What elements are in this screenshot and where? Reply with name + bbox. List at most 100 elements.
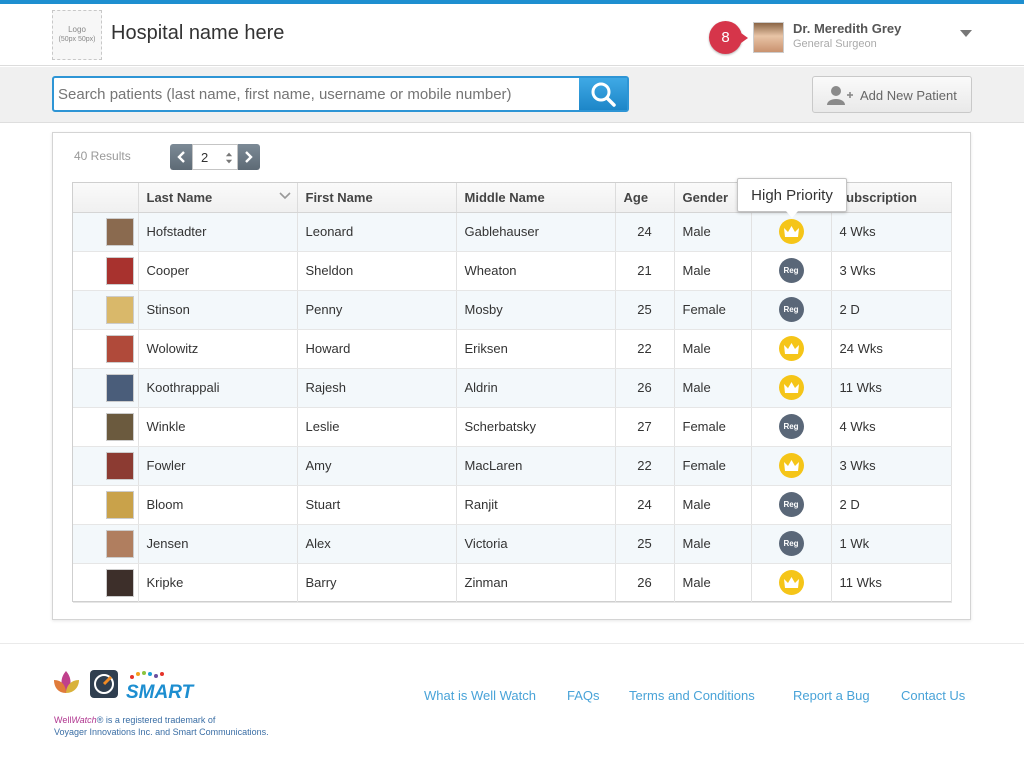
patient-avatar[interactable] [105, 295, 134, 324]
gender-cell: Male [674, 329, 752, 369]
column-age[interactable]: Age [615, 183, 675, 213]
patient-avatar[interactable] [105, 373, 134, 402]
column-middle-name[interactable]: Middle Name [456, 183, 616, 213]
first-name-cell[interactable]: Amy [297, 446, 457, 486]
high-priority-badge[interactable] [778, 336, 804, 361]
last-name-cell[interactable]: Wolowitz [138, 329, 298, 369]
age-cell: 26 [615, 368, 675, 408]
add-new-patient-button[interactable]: Add New Patient [812, 76, 972, 113]
next-page-button[interactable] [238, 144, 260, 170]
middle-name-cell[interactable]: Victoria [456, 524, 616, 564]
middle-name-cell[interactable]: Scherbatsky [456, 407, 616, 447]
high-priority-tooltip: High Priority [737, 178, 847, 218]
last-name-cell[interactable]: Koothrappali [138, 368, 298, 408]
high-priority-badge[interactable] [778, 453, 804, 478]
patient-photo-cell [73, 290, 139, 330]
high-priority-badge[interactable] [778, 570, 804, 595]
patient-avatar[interactable] [105, 451, 134, 480]
age-cell: 22 [615, 446, 675, 486]
patient-avatar[interactable] [105, 412, 134, 441]
hospital-logo-placeholder: Logo (50px 50px) [52, 10, 102, 60]
patient-avatar[interactable] [105, 529, 134, 558]
stepper-arrows-icon[interactable] [225, 151, 233, 165]
high-priority-badge[interactable] [778, 375, 804, 400]
middle-name-cell[interactable]: Wheaton [456, 251, 616, 291]
table-row[interactable]: Fowler Amy MacLaren 22 Female 3 Wks [73, 446, 952, 486]
user-name[interactable]: Dr. Meredith Grey [793, 21, 901, 36]
middle-name-cell[interactable]: Mosby [456, 290, 616, 330]
first-name-cell[interactable]: Rajesh [297, 368, 457, 408]
middle-name-cell[interactable]: Zinman [456, 563, 616, 603]
last-name-cell[interactable]: Bloom [138, 485, 298, 525]
user-avatar[interactable] [753, 22, 784, 53]
last-name-cell[interactable]: Fowler [138, 446, 298, 486]
gender-cell: Male [674, 212, 752, 252]
patient-avatar[interactable] [105, 334, 134, 363]
first-name-cell[interactable]: Alex [297, 524, 457, 564]
patient-avatar[interactable] [105, 568, 134, 597]
add-user-icon [827, 86, 853, 105]
footer-link-faqs[interactable]: FAQs [567, 688, 600, 703]
table-row[interactable]: Winkle Leslie Scherbatsky 27 Female Reg 4 Wks [73, 407, 952, 447]
sort-chevron-down-icon[interactable] [278, 192, 291, 200]
search-box [52, 76, 629, 112]
patient-avatar[interactable] [105, 256, 134, 285]
middle-name-cell[interactable]: Ranjit [456, 485, 616, 525]
previous-page-button[interactable] [170, 144, 192, 170]
first-name-cell[interactable]: Leonard [297, 212, 457, 252]
first-name-cell[interactable]: Stuart [297, 485, 457, 525]
table-row[interactable]: Koothrappali Rajesh Aldrin 26 Male 11 Wks [73, 368, 952, 408]
table-row[interactable]: Cooper Sheldon Wheaton 21 Male Reg 3 Wks [73, 251, 952, 291]
footer [0, 643, 1024, 768]
wellwatch-logo [54, 671, 79, 693]
first-name-cell[interactable]: Sheldon [297, 251, 457, 291]
table-row[interactable]: Kripke Barry Zinman 26 Male 11 Wks [73, 563, 952, 603]
high-priority-badge[interactable] [778, 219, 804, 244]
first-name-cell[interactable]: Howard [297, 329, 457, 369]
last-name-cell[interactable]: Jensen [138, 524, 298, 564]
user-menu-chevron-down-icon[interactable] [960, 30, 972, 37]
regular-badge[interactable]: Reg [778, 531, 804, 556]
last-name-cell[interactable]: Hofstadter [138, 212, 298, 252]
footer-link-what-is-well-watch[interactable]: What is Well Watch [424, 688, 536, 703]
table-row[interactable]: Bloom Stuart Ranjit 24 Male Reg 2 D [73, 485, 952, 525]
middle-name-cell[interactable]: MacLaren [456, 446, 616, 486]
regular-badge[interactable]: Reg [778, 414, 804, 439]
first-name-cell[interactable]: Penny [297, 290, 457, 330]
patient-avatar[interactable] [105, 490, 134, 519]
last-name-cell[interactable]: Stinson [138, 290, 298, 330]
age-cell: 24 [615, 485, 675, 525]
first-name-cell[interactable]: Leslie [297, 407, 457, 447]
priority-cell [751, 368, 832, 408]
first-name-cell[interactable]: Barry [297, 563, 457, 603]
middle-name-cell[interactable]: Aldrin [456, 368, 616, 408]
column-first-name[interactable]: First Name [297, 183, 457, 213]
crown-icon [783, 226, 799, 237]
regular-badge[interactable]: Reg [778, 492, 804, 517]
notification-badge[interactable]: 8 [709, 21, 748, 54]
regular-badge[interactable]: Reg [778, 297, 804, 322]
last-name-cell[interactable]: Winkle [138, 407, 298, 447]
last-name-cell[interactable]: Cooper [138, 251, 298, 291]
crown-icon [783, 460, 799, 471]
table-row[interactable]: Wolowitz Howard Eriksen 22 Male 24 Wks [73, 329, 952, 369]
footer-link-contact-us[interactable]: Contact Us [901, 688, 965, 703]
logo-label: Logo [68, 25, 86, 34]
table-row[interactable]: Jensen Alex Victoria 25 Male Reg 1 Wk [73, 524, 952, 564]
regular-badge[interactable]: Reg [778, 258, 804, 283]
last-name-cell[interactable]: Kripke [138, 563, 298, 603]
table-row[interactable]: Stinson Penny Mosby 25 Female Reg 2 D [73, 290, 952, 330]
column-subscription[interactable]: Subscription [831, 183, 952, 213]
age-cell: 25 [615, 290, 675, 330]
middle-name-cell[interactable]: Eriksen [456, 329, 616, 369]
footer-link-report-bug[interactable]: Report a Bug [793, 688, 870, 703]
search-input[interactable] [58, 80, 578, 108]
search-button[interactable] [579, 78, 627, 110]
patient-photo-cell [73, 329, 139, 369]
patient-avatar[interactable] [105, 217, 134, 246]
table-row[interactable]: Hofstadter Leonard Gablehauser 24 Male 4 Wks [73, 212, 952, 252]
footer-link-terms[interactable]: Terms and Conditions [629, 688, 755, 703]
middle-name-cell[interactable]: Gablehauser [456, 212, 616, 252]
page-number-stepper[interactable]: 2 [192, 144, 238, 170]
column-last-name[interactable]: Last Name [138, 183, 298, 213]
